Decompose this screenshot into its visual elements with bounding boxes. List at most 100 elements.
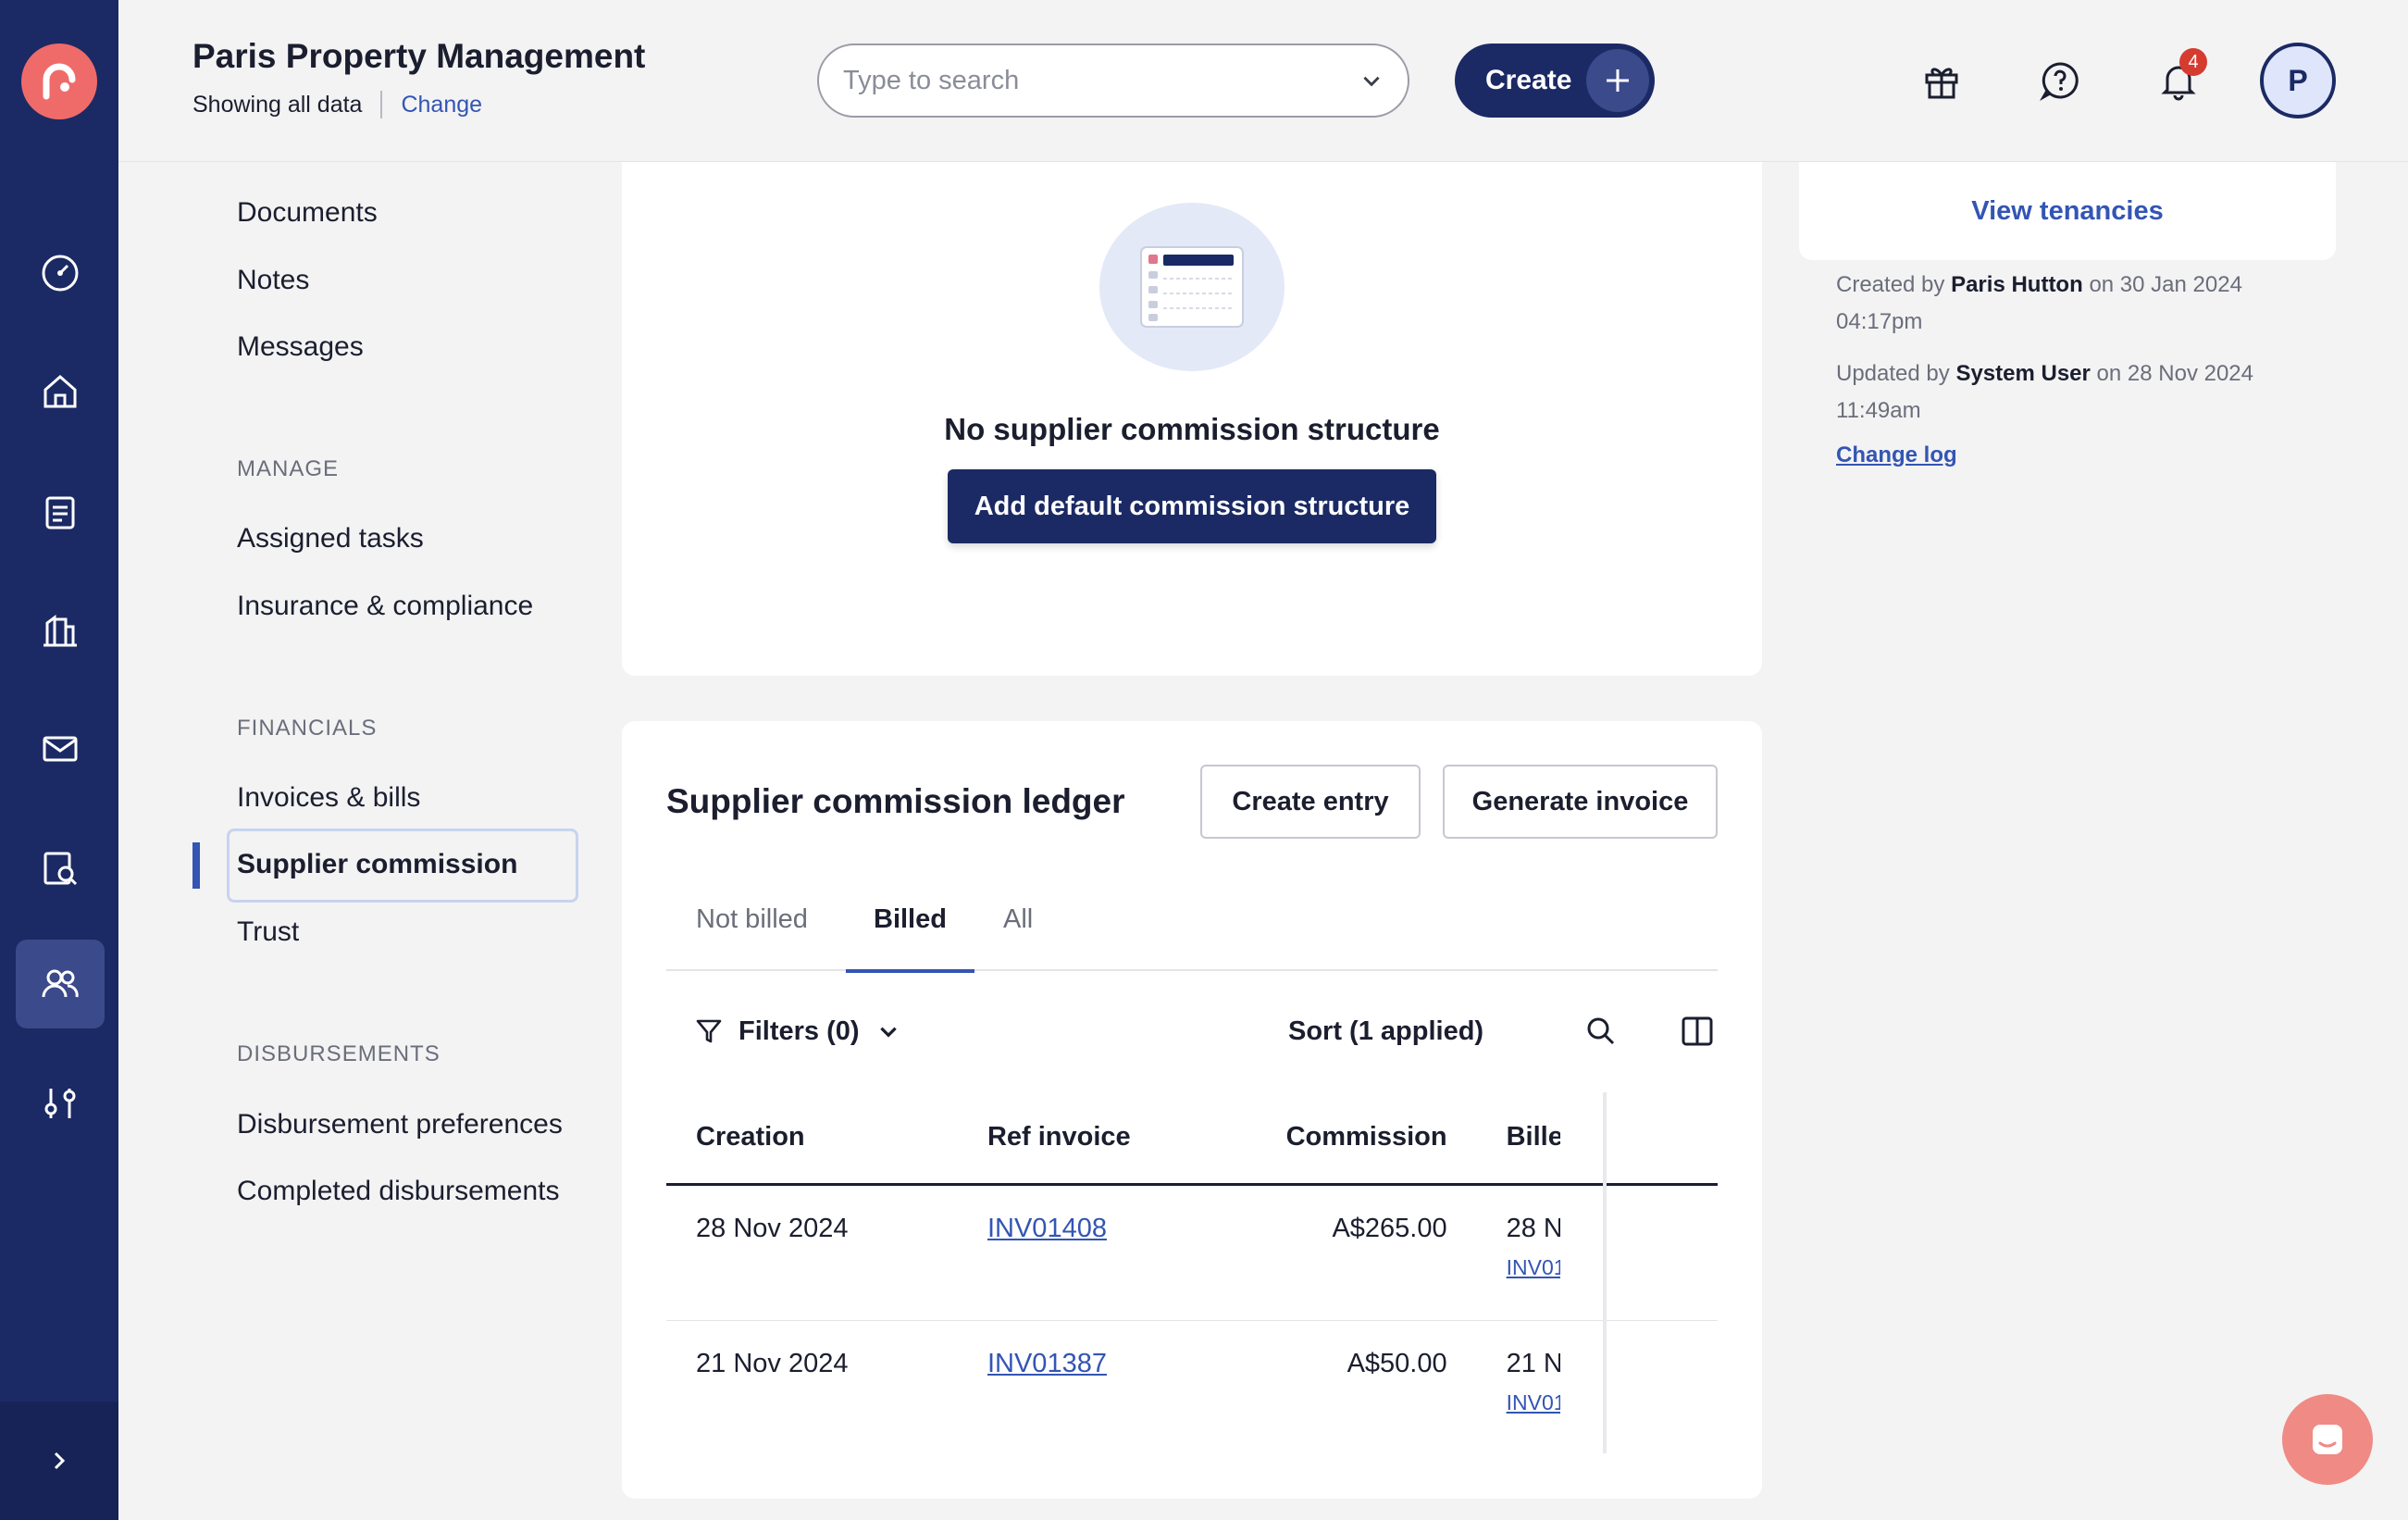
building-icon[interactable] [16,586,105,675]
change-log-link[interactable]: Change log [1836,442,1957,467]
manage-heading: MANAGE [237,456,340,481]
home-icon[interactable] [16,347,105,436]
app-rail [0,0,118,1520]
created-time: 04:17pm [1836,309,1923,334]
created-info: Created by Paris Hutton on 30 Jan 2024 0… [1836,267,2317,341]
mail-icon[interactable] [16,704,105,793]
billed-invoice-link[interactable]: INV014 [1507,1255,1560,1280]
user-avatar[interactable]: P [2260,43,2336,118]
column-overflow [1559,1091,1718,1186]
updated-time: 11:49am [1836,398,1921,423]
commission-structure-card: No supplier commission structure Add def… [622,162,1762,676]
ledger-table: Creation Ref invoice Commission Billed 2… [666,1091,1718,1456]
notification-badge: 4 [2179,48,2207,76]
billed-date: 28 Nov [1506,1213,1560,1243]
global-search[interactable]: Type to search [817,44,1409,118]
disbursements-heading: DISBURSEMENTS [237,1041,441,1066]
generate-invoice-button[interactable]: Generate invoice [1443,765,1718,839]
active-item-indicator [192,842,200,889]
report-icon[interactable] [16,824,105,913]
expand-rail-button[interactable] [0,1402,118,1520]
table-row[interactable]: 21 Nov 2024 INV01387 A$50.00 21 Nov INV0… [666,1320,1718,1456]
column-ref-invoice[interactable]: Ref invoice [957,1091,1230,1186]
scope-text: Showing all data [192,91,363,118]
people-icon[interactable] [16,940,105,1028]
updated-on: on 28 Nov 2024 [2096,361,2253,386]
clipboard-icon[interactable] [16,467,105,555]
subnav-documents[interactable]: Documents [237,197,378,229]
logo-icon [43,63,76,100]
created-on: on 30 Jan 2024 [2089,272,2242,297]
cell-commission: A$50.00 [1347,1348,1447,1378]
ledger-toolbar: Filters (0) Sort (1 applied) [666,1003,1718,1059]
tab-billed[interactable]: Billed [846,897,974,973]
cell-overflow [1560,1320,1718,1456]
cell-ref-invoice: INV01387 [958,1320,1230,1456]
horizontal-scroll-shadow [1603,1092,1607,1453]
column-billed[interactable]: Billed [1476,1091,1560,1186]
filters-label: Filters (0) [739,1015,860,1046]
change-log-row: Change log [1836,437,2317,474]
subnav-disbursement-preferences[interactable]: Disbursement preferences [237,1109,563,1140]
column-commission[interactable]: Commission [1229,1091,1477,1186]
create-button[interactable]: Create [1455,44,1655,118]
chat-launcher-button[interactable] [2282,1394,2373,1485]
gift-icon[interactable] [1909,48,1974,113]
divider [380,91,383,118]
chat-icon [2313,1425,2342,1454]
tab-not-billed[interactable]: Not billed [696,897,808,971]
cell-overflow [1559,1184,1718,1321]
created-by: Paris Hutton [1951,272,2083,297]
cell-creation: 28 Nov 2024 [666,1184,958,1321]
table-row[interactable]: 28 Nov 2024 INV01408 A$265.00 28 Nov INV… [666,1184,1718,1321]
add-default-commission-button[interactable]: Add default commission structure [948,469,1436,543]
chevron-down-icon[interactable] [1359,69,1384,93]
app-logo[interactable] [21,44,97,119]
commission-ledger-card: Supplier commission ledger Create entry … [622,721,1762,1499]
filters-button[interactable]: Filters (0) [694,1003,900,1059]
cell-billed: 28 Nov INV014 [1476,1184,1560,1321]
billed-date: 21 Nov [1506,1348,1560,1378]
org-name: Paris Property Management [192,37,646,75]
tab-all[interactable]: All [1003,897,1033,971]
scope-line: Showing all data Change [192,91,482,118]
change-scope-link[interactable]: Change [401,92,482,118]
sort-button[interactable]: Sort (1 applied) [1288,1003,1483,1059]
create-label: Create [1485,65,1572,95]
bell-icon[interactable]: 4 [2146,48,2211,113]
subnav-invoices-bills[interactable]: Invoices & bills [237,782,420,814]
cell-billed: 21 Nov INV013 [1477,1320,1560,1456]
billed-invoice-link[interactable]: INV013 [1507,1390,1560,1415]
help-icon[interactable] [2028,48,2092,113]
filter-icon [696,1019,722,1043]
table-header-row: Creation Ref invoice Commission Billed [666,1091,1718,1186]
cell-commission: A$265.00 [1229,1184,1477,1321]
column-creation[interactable]: Creation [666,1091,958,1186]
subnav-insurance-compliance[interactable]: Insurance & compliance [237,591,533,622]
view-tenancies-link[interactable]: View tenancies [1971,196,2163,227]
ref-invoice-link[interactable]: INV01408 [987,1214,1107,1243]
updated-info: Updated by System User on 28 Nov 2024 11… [1836,355,2317,430]
search-icon[interactable] [1577,1007,1625,1055]
empty-state-title: No supplier commission structure [944,412,1440,446]
subnav-assigned-tasks[interactable]: Assigned tasks [237,523,424,554]
subnav-supplier-commission[interactable]: Supplier commission [237,849,517,880]
subnav-messages[interactable]: Messages [237,331,364,363]
ledger-tabs: Not billed Billed All [666,897,1718,973]
subnav-trust[interactable]: Trust [237,916,299,948]
chevron-right-icon [54,1451,66,1470]
subnav-completed-disbursements[interactable]: Completed disbursements [237,1176,560,1207]
updated-by: System User [1955,361,2091,386]
create-entry-button[interactable]: Create entry [1200,765,1421,839]
ledger-title: Supplier commission ledger [666,782,1125,820]
sliders-icon[interactable] [16,1059,105,1148]
columns-icon[interactable] [1673,1007,1721,1055]
empty-state-illustration [1099,203,1285,371]
tenancies-card: View tenancies [1799,162,2336,260]
search-placeholder: Type to search [843,65,1020,95]
table-illustration-icon [1140,246,1244,328]
subnav-notes[interactable]: Notes [237,265,309,296]
ref-invoice-link[interactable]: INV01387 [987,1349,1107,1378]
dashboard-icon[interactable] [16,229,105,318]
chevron-down-icon [879,1027,897,1038]
